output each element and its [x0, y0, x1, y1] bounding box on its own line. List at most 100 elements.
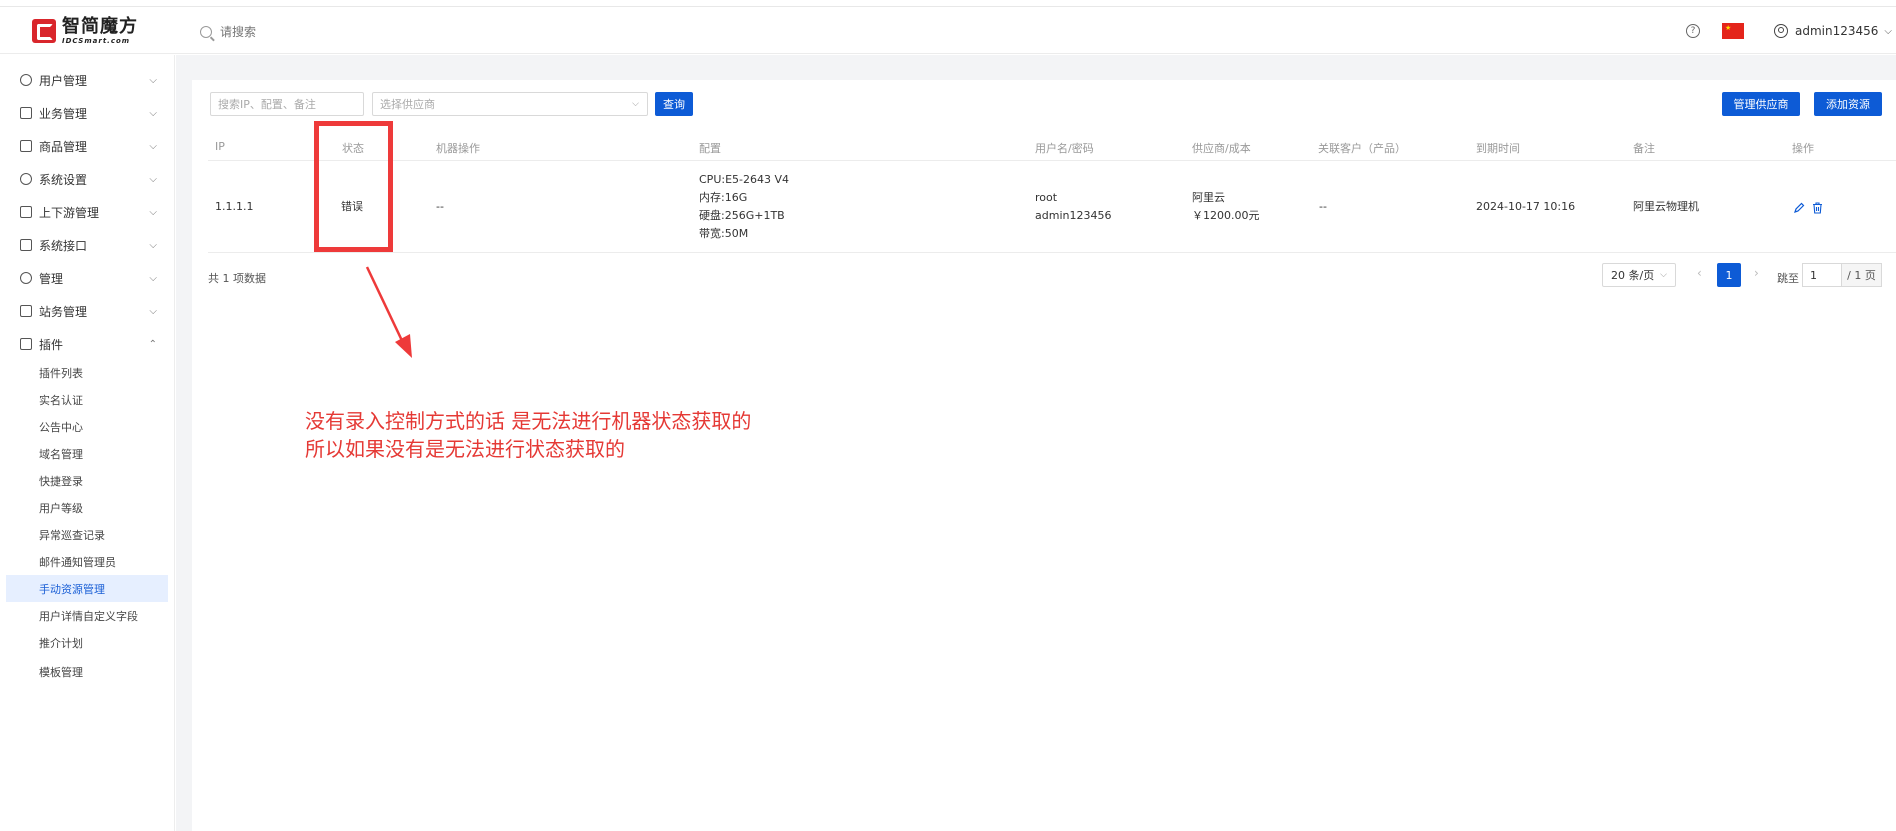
chevron-down-icon: ⌵ [149, 140, 157, 152]
sidebar-subitem-realname[interactable]: 实名认证 [6, 386, 168, 413]
sidebar-item-manage[interactable]: 管理 ⌵ [0, 266, 175, 290]
window-top-strip [0, 0, 1896, 7]
sidebar-item-users[interactable]: 用户管理 ⌵ [0, 68, 175, 92]
logo-icon [32, 19, 56, 43]
chevron-down-icon: ⌵ [1660, 270, 1667, 280]
cell-client: -- [1319, 200, 1327, 213]
column-header-credentials: 用户名/密码 [1035, 142, 1094, 155]
prev-page-icon[interactable]: ‹ [1697, 266, 1702, 280]
sidebar-item-site[interactable]: 站务管理 ⌵ [0, 299, 175, 323]
help-icon[interactable]: ? [1685, 24, 1700, 38]
column-header-ip: IP [215, 140, 225, 153]
table-header-divider [208, 160, 1896, 161]
cell-credentials: root admin123456 [1035, 189, 1111, 225]
cell-supplier-cost: 阿里云 ￥1200.00元 [1192, 189, 1260, 225]
column-header-note: 备注 [1633, 142, 1655, 155]
resource-search-input[interactable]: 搜索IP、配置、备注 [210, 92, 364, 116]
config-line: 硬盘:256G+1TB [699, 209, 785, 222]
add-resource-button[interactable]: 添加资源 [1814, 92, 1882, 116]
total-pages-label: / 1 页 [1842, 263, 1882, 287]
sidebar-item-label: 系统设置 [39, 172, 88, 187]
sidebar-subitem-templates[interactable]: 模板管理 [6, 658, 168, 685]
logo[interactable]: 智简魔方 IDCSmart.com [32, 15, 138, 44]
chevron-down-icon: ⌵ [632, 99, 639, 109]
column-header-expire: 到期时间 [1476, 142, 1520, 155]
sidebar-item-label: 系统接口 [39, 238, 88, 253]
language-flag-icon[interactable] [1721, 23, 1744, 39]
annotation-line-2: 所以如果没有是无法进行状态获取的 [305, 437, 625, 461]
sidebar-subitem-plugin-list[interactable]: 插件列表 [6, 359, 168, 386]
cell-config: CPU:E5-2643 V4 内存:16G 硬盘:256G+1TB 带宽:50M [699, 171, 789, 243]
sidebar-subitem-quick-login[interactable]: 快捷登录 [6, 467, 168, 494]
column-header-client: 关联客户（产品） [1318, 142, 1406, 155]
cell-supplier: 阿里云 [1192, 191, 1225, 204]
cell-cost: ￥1200.00元 [1192, 209, 1260, 222]
chevron-down-icon: ⌵ [149, 272, 157, 284]
config-line: CPU:E5-2643 V4 [699, 173, 790, 186]
status-highlight-box [314, 121, 393, 252]
manage-supplier-button[interactable]: 管理供应商 [1722, 92, 1800, 116]
sparkle-icon [20, 272, 32, 284]
user-icon [1773, 24, 1788, 38]
sidebar-subitem-user-levels[interactable]: 用户等级 [6, 494, 168, 521]
username[interactable]: admin123456 [1795, 24, 1878, 38]
sidebar-subitem-email-admin[interactable]: 邮件通知管理员 [6, 548, 168, 575]
config-line: 带宽:50M [699, 227, 749, 240]
chevron-down-icon[interactable]: ⌵ [1884, 26, 1892, 37]
sidebar-item-label: 用户管理 [39, 73, 88, 88]
annotation-line-1: 没有录入控制方式的话 是无法进行机器状态获取的 [305, 409, 752, 433]
supplier-select[interactable]: 选择供应商 ⌵ [372, 92, 648, 116]
chevron-up-icon: ⌃ [148, 338, 157, 350]
sidebar-item-upstream[interactable]: 上下游管理 ⌵ [0, 200, 175, 224]
cube-icon [20, 338, 32, 350]
sidebar-item-settings[interactable]: 系统设置 ⌵ [0, 167, 175, 191]
sidebar-subitem-announcements[interactable]: 公告中心 [6, 413, 168, 440]
chevron-down-icon: ⌵ [149, 107, 157, 119]
sidebar-subitem-custom-fields[interactable]: 用户详情自定义字段 [6, 602, 168, 629]
cell-machine-op: -- [436, 200, 444, 213]
sidebar-item-label: 上下游管理 [39, 205, 100, 220]
next-page-icon[interactable]: › [1754, 266, 1759, 280]
chevron-down-icon: ⌵ [149, 74, 157, 86]
sidebar-item-business[interactable]: 业务管理 ⌵ [0, 101, 175, 125]
supplier-select-placeholder: 选择供应商 [380, 98, 435, 111]
cart-icon [20, 140, 32, 152]
global-search [200, 22, 500, 42]
sidebar-subitem-anomaly-log[interactable]: 异常巡查记录 [6, 521, 168, 548]
chevron-down-icon: ⌵ [149, 173, 157, 185]
sidebar-subitem-domains[interactable]: 域名管理 [6, 440, 168, 467]
cell-expire: 2024-10-17 10:16 [1476, 200, 1576, 213]
column-header-machine-op: 机器操作 [436, 142, 480, 155]
column-header-actions: 操作 [1792, 142, 1814, 155]
sidebar-item-products[interactable]: 商品管理 ⌵ [0, 134, 175, 158]
filter-icon [20, 206, 32, 218]
user-icon [20, 74, 32, 86]
cell-ip: 1.1.1.1 [215, 200, 254, 213]
sidebar-item-label: 管理 [39, 271, 64, 286]
sidebar-item-label: 商品管理 [39, 139, 88, 154]
edit-icon[interactable] [1793, 202, 1805, 214]
table-row-divider [208, 252, 1896, 253]
delete-icon[interactable] [1812, 202, 1823, 214]
cell-password: admin123456 [1035, 209, 1112, 222]
sidebar-subitem-referral[interactable]: 推介计划 [6, 629, 168, 656]
jump-page-input[interactable]: 1 [1802, 263, 1842, 287]
sidebar-item-plugins[interactable]: 插件 ⌃ [0, 332, 175, 356]
query-button[interactable]: 查询 [655, 92, 693, 116]
annotation-arrow-icon [365, 266, 412, 358]
global-search-input[interactable] [220, 25, 480, 39]
sidebar-item-api[interactable]: 系统接口 ⌵ [0, 233, 175, 257]
pagination-total: 共 1 项数据 [208, 272, 266, 285]
gear-icon [20, 173, 32, 185]
logo-text: 智简魔方 [62, 15, 138, 37]
column-header-supplier-cost: 供应商/成本 [1192, 142, 1251, 155]
top-header: 智简魔方 IDCSmart.com ? admin123456 ⌵ [0, 7, 1896, 54]
chevron-down-icon: ⌵ [149, 206, 157, 218]
annotation-text: 没有录入控制方式的话 是无法进行机器状态获取的 所以如果没有是无法进行状态获取的 [305, 407, 751, 463]
page-size-select[interactable]: 20 条/页 ⌵ [1602, 263, 1676, 287]
page-number-current[interactable]: 1 [1717, 263, 1741, 287]
chevron-down-icon: ⌵ [149, 239, 157, 251]
site-icon [20, 305, 32, 317]
chevron-down-icon: ⌵ [149, 305, 157, 317]
sidebar-subitem-manual-resources[interactable]: 手动资源管理 [6, 575, 168, 602]
